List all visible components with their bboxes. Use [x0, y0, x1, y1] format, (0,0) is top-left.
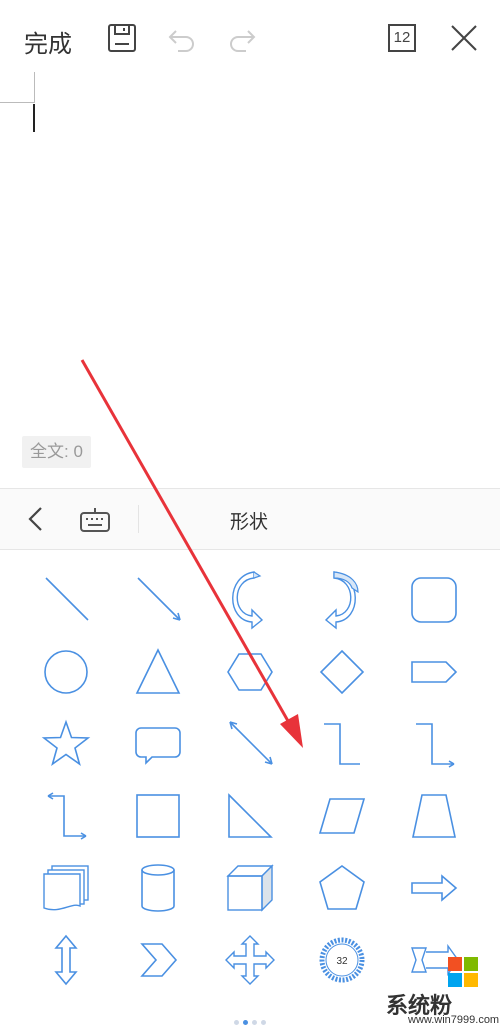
curved-arrow-right-icon: [324, 571, 359, 630]
shape-rounded-rectangle[interactable]: [404, 570, 464, 630]
right-triangle-icon: [228, 793, 273, 838]
seal-badge-number: 32: [336, 956, 348, 967]
multi-document-icon: [43, 865, 89, 911]
shape-four-way-arrow[interactable]: [220, 930, 280, 990]
hexagon-icon: [227, 653, 273, 691]
shape-multi-document[interactable]: [36, 858, 96, 918]
seal-badge-icon: 32: [319, 937, 365, 983]
undo-icon[interactable]: [166, 22, 198, 54]
four-way-arrow-icon: [225, 935, 275, 985]
header-divider: [138, 505, 139, 533]
shape-right-triangle[interactable]: [220, 786, 280, 846]
document-editor[interactable]: [0, 72, 500, 488]
diamond-icon: [319, 649, 365, 695]
arrow-line-icon: [137, 577, 181, 621]
shape-elbow-double-arrow-connector[interactable]: [36, 786, 96, 846]
shape-elbow-connector[interactable]: [312, 714, 372, 774]
shape-seal-badge[interactable]: 32: [312, 930, 372, 990]
redo-icon[interactable]: [226, 22, 258, 54]
shape-circle[interactable]: [36, 642, 96, 702]
shape-pentagon-arrow[interactable]: [404, 642, 464, 702]
shape-speech-bubble[interactable]: [128, 714, 188, 774]
chevron-icon: [140, 943, 178, 977]
square-icon: [136, 794, 180, 838]
top-toolbar: 完成 12: [0, 0, 500, 76]
page-dot[interactable]: [243, 1020, 248, 1025]
shape-arrow-line[interactable]: [128, 570, 188, 630]
shape-diamond[interactable]: [312, 642, 372, 702]
shape-double-arrow-vertical[interactable]: [36, 930, 96, 990]
block-arrow-right-icon: [411, 874, 458, 902]
cylinder-icon: [141, 864, 175, 912]
shape-pentagon[interactable]: [312, 858, 372, 918]
shape-star[interactable]: [36, 714, 96, 774]
circle-icon: [44, 650, 88, 694]
shape-hexagon[interactable]: [220, 642, 280, 702]
shape-chevron[interactable]: [128, 930, 188, 990]
curved-arrow-left-icon: [232, 571, 264, 630]
shape-cube[interactable]: [220, 858, 280, 918]
word-count-badge: 全文: 0: [22, 436, 91, 468]
pentagon-icon: [319, 865, 365, 910]
cube-icon: [226, 864, 274, 912]
text-cursor: [33, 104, 35, 132]
watermark-url: www.win7999.com: [408, 1014, 500, 1026]
panel-title: 形状: [230, 512, 269, 533]
elbow-arrow-connector-icon: [416, 723, 455, 768]
save-icon[interactable]: [106, 22, 138, 54]
shape-curved-arrow-left[interactable]: [220, 570, 280, 630]
rounded-rectangle-icon: [411, 577, 457, 623]
page-count-icon[interactable]: 12: [388, 24, 416, 52]
elbow-connector-icon: [324, 723, 360, 765]
shape-curved-arrow-right[interactable]: [312, 570, 372, 630]
shape-block-arrow-right[interactable]: [404, 858, 464, 918]
double-arrow-line-icon: [229, 721, 273, 765]
shape-cylinder[interactable]: [128, 858, 188, 918]
star-icon: [41, 719, 91, 766]
line-icon: [45, 577, 89, 621]
shape-trapezoid[interactable]: [404, 786, 464, 846]
shape-square[interactable]: [128, 786, 188, 846]
page-dot[interactable]: [234, 1020, 239, 1025]
shape-panel-header: 形状: [0, 488, 500, 550]
double-arrow-vertical-icon: [54, 934, 78, 986]
done-button[interactable]: 完成: [24, 24, 72, 59]
page-margin-corner: [0, 72, 35, 103]
shape-double-arrow-line[interactable]: [220, 714, 280, 774]
page-dot[interactable]: [261, 1020, 266, 1025]
elbow-double-arrow-connector-icon: [47, 792, 87, 840]
parallelogram-icon: [318, 798, 366, 834]
page-dot[interactable]: [252, 1020, 257, 1025]
pentagon-arrow-icon: [411, 661, 458, 683]
keyboard-icon[interactable]: [80, 507, 110, 533]
shape-line[interactable]: [36, 570, 96, 630]
speech-bubble-icon: [135, 727, 181, 765]
shape-triangle[interactable]: [128, 642, 188, 702]
triangle-icon: [135, 648, 181, 694]
trapezoid-icon: [412, 794, 456, 838]
shape-parallelogram[interactable]: [312, 786, 372, 846]
back-icon[interactable]: [22, 505, 50, 533]
shape-elbow-arrow-connector[interactable]: [404, 714, 464, 774]
close-icon[interactable]: [448, 22, 480, 54]
